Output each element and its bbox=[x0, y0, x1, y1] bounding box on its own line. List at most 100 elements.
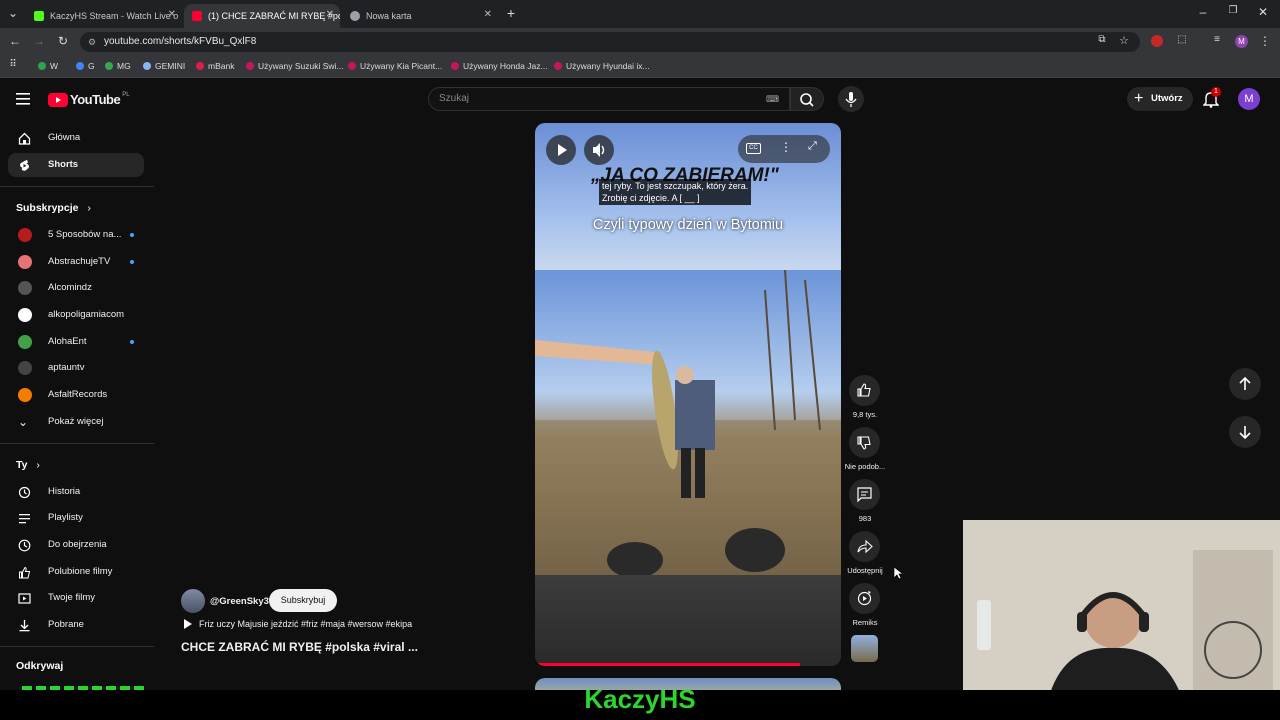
tab-youtube-short[interactable]: (1) CHCE ZABRAĆ MI RYBĘ #po ✕ bbox=[184, 4, 340, 28]
sidebar-item-home[interactable]: Główna bbox=[8, 126, 144, 150]
sound-thumbnail[interactable] bbox=[851, 635, 878, 662]
sidebar-item-history[interactable]: Historia bbox=[8, 480, 144, 504]
sidebar-item-downloads[interactable]: Pobrane bbox=[8, 613, 144, 637]
sidebar-item-liked[interactable]: Polubione filmy bbox=[8, 560, 144, 584]
next-short-button[interactable] bbox=[1229, 416, 1261, 448]
thumbs-down-icon bbox=[857, 436, 871, 450]
menu-hamburger-icon[interactable] bbox=[16, 92, 30, 105]
channel-name: Alcomindz bbox=[48, 282, 92, 293]
address-bar[interactable]: ⚙ youtube.com/shorts/kFVBu_QxlF8 bbox=[80, 32, 1140, 52]
close-icon[interactable]: ✕ bbox=[484, 9, 492, 20]
bookmark-item[interactable]: mBank bbox=[196, 61, 234, 71]
volume-button[interactable] bbox=[584, 135, 614, 165]
more-options-icon[interactable]: ⋮ bbox=[780, 140, 792, 154]
media-control-icon[interactable]: ≡ bbox=[1210, 34, 1224, 45]
remix-icon bbox=[857, 591, 872, 606]
short-video-player[interactable]: „JA CO ZABIERAM!" tej ryby. To jest szcz… bbox=[535, 123, 841, 666]
bookmark-label: GEMINI bbox=[155, 61, 186, 71]
channel-handle[interactable]: @GreenSky3 bbox=[210, 596, 269, 607]
dislike-button[interactable] bbox=[849, 427, 880, 458]
bookmark-label: Używany Suzuki Swi... bbox=[258, 61, 344, 71]
chevron-down-icon: ⌄ bbox=[18, 415, 29, 429]
bookmark-star-icon[interactable]: ☆ bbox=[1117, 34, 1131, 47]
channel-name: AbstrachujeTV bbox=[48, 256, 111, 267]
subscription-item[interactable]: AsfaltRecords bbox=[8, 383, 144, 407]
bookmark-item[interactable]: Używany Hyundai ix... bbox=[554, 61, 650, 71]
channel-name: 5 Sposobów na... bbox=[48, 229, 122, 240]
sidebar-divider bbox=[0, 443, 154, 444]
bookmark-item[interactable]: Używany Honda Jaz... bbox=[451, 61, 548, 71]
sidebar: Główna Shorts Subskrypcje › 5 Sposobów n… bbox=[0, 120, 154, 690]
install-app-icon[interactable]: ⧉ bbox=[1095, 34, 1109, 45]
remix-button[interactable] bbox=[849, 583, 880, 614]
subscriptions-heading[interactable]: Subskrypcje › bbox=[16, 202, 91, 214]
comments-button[interactable] bbox=[849, 479, 880, 510]
share-label: Udostępnij bbox=[847, 566, 883, 575]
bookmark-favicon-icon bbox=[143, 62, 151, 70]
bookmark-item[interactable]: GEMINI bbox=[143, 61, 185, 71]
notifications-button[interactable]: 1 bbox=[1202, 87, 1221, 108]
youtube-logo[interactable]: YouTube PL bbox=[48, 92, 130, 107]
channel-name: alkopoligamiacom bbox=[48, 309, 125, 320]
tab-search-icon[interactable]: ⌄ bbox=[6, 6, 20, 20]
bookmark-label: Używany Hyundai ix... bbox=[566, 61, 650, 71]
minimize-icon[interactable]: – bbox=[1196, 5, 1210, 19]
search-input[interactable]: Szukaj bbox=[428, 87, 790, 111]
back-icon[interactable]: ← bbox=[8, 34, 22, 48]
extensions-icon[interactable]: ⬚ bbox=[1175, 34, 1189, 45]
sidebar-item-playlists[interactable]: Playlisty bbox=[8, 506, 144, 530]
you-heading[interactable]: Ty › bbox=[16, 459, 40, 471]
account-avatar[interactable]: M bbox=[1238, 88, 1260, 110]
share-button[interactable] bbox=[849, 531, 880, 562]
sidebar-item-shorts[interactable]: Shorts bbox=[8, 153, 144, 177]
subscription-item[interactable]: 5 Sposobów na... bbox=[8, 223, 144, 247]
site-info-icon[interactable]: ⚙ bbox=[88, 32, 96, 52]
tab-new-tab[interactable]: Nowa karta ✕ bbox=[342, 4, 498, 28]
like-button[interactable] bbox=[849, 375, 880, 406]
extension-badge-icon[interactable] bbox=[1151, 35, 1163, 47]
sidebar-item-label: Główna bbox=[48, 132, 81, 143]
bookmark-item[interactable]: Używany Suzuki Swi... bbox=[246, 61, 344, 71]
browser-menu-icon[interactable]: ⋮ bbox=[1258, 34, 1272, 48]
short-title[interactable]: CHCE ZABRAĆ MI RYBĘ #polska #viral ... bbox=[181, 640, 418, 654]
related-short-link[interactable]: Friz uczy Majusie jeździć #friz #maja #w… bbox=[183, 619, 412, 629]
play-button[interactable] bbox=[546, 135, 576, 165]
bookmark-item[interactable]: MG bbox=[105, 61, 131, 71]
progress-bar[interactable] bbox=[537, 663, 800, 666]
reload-icon[interactable]: ↻ bbox=[56, 34, 70, 48]
close-icon[interactable]: ✕ bbox=[326, 9, 334, 20]
forward-icon[interactable]: → bbox=[32, 34, 46, 48]
subscription-item[interactable]: AlohaEnt bbox=[8, 330, 144, 354]
fullscreen-icon[interactable]: ⤢ bbox=[808, 140, 817, 153]
sidebar-item-your-videos[interactable]: Twoje filmy bbox=[8, 586, 144, 610]
subscription-item[interactable]: AbstrachujeTV bbox=[8, 250, 144, 274]
browser-tab-bar: ⌄ KaczyHS Stream - Watch Live o ✕ (1) CH… bbox=[0, 0, 1280, 28]
channel-avatar[interactable] bbox=[181, 589, 205, 613]
create-button[interactable]: + Utwórz bbox=[1127, 87, 1193, 111]
bookmark-item[interactable]: G bbox=[76, 61, 95, 71]
apps-grid-icon[interactable]: ⠿ bbox=[6, 59, 20, 70]
profile-avatar[interactable]: M bbox=[1235, 35, 1248, 48]
bookmark-item[interactable]: W bbox=[38, 61, 58, 71]
window-close-icon[interactable]: ✕ bbox=[1256, 5, 1270, 19]
new-tab-button[interactable]: + bbox=[504, 5, 518, 21]
voice-search-button[interactable] bbox=[838, 86, 864, 112]
keyboard-icon[interactable]: ⌨ bbox=[766, 94, 779, 105]
show-more-button[interactable]: ⌄ Pokaż więcej bbox=[8, 410, 144, 434]
subscription-item[interactable]: aptauntv bbox=[8, 356, 144, 380]
captions-icon[interactable]: CC bbox=[746, 143, 761, 154]
subscription-item[interactable]: alkopoligamiacom bbox=[8, 303, 144, 327]
sidebar-item-watch-later[interactable]: Do obejrzenia bbox=[8, 533, 144, 557]
maximize-icon[interactable]: ❐ bbox=[1226, 5, 1240, 16]
previous-short-button[interactable] bbox=[1229, 368, 1261, 400]
subscribe-button[interactable]: Subskrybuj bbox=[269, 589, 337, 612]
channel-avatar bbox=[18, 361, 32, 375]
bookmark-label: MG bbox=[117, 61, 131, 71]
arrow-down-icon bbox=[1239, 426, 1251, 440]
channel-name: aptauntv bbox=[48, 362, 85, 373]
bookmark-item[interactable]: Używany Kia Picant... bbox=[348, 61, 442, 71]
search-button[interactable] bbox=[790, 87, 824, 111]
close-icon[interactable]: ✕ bbox=[168, 9, 176, 20]
tab-kaczyhs-stream[interactable]: KaczyHS Stream - Watch Live o ✕ bbox=[26, 4, 182, 28]
subscription-item[interactable]: Alcomindz bbox=[8, 276, 144, 300]
